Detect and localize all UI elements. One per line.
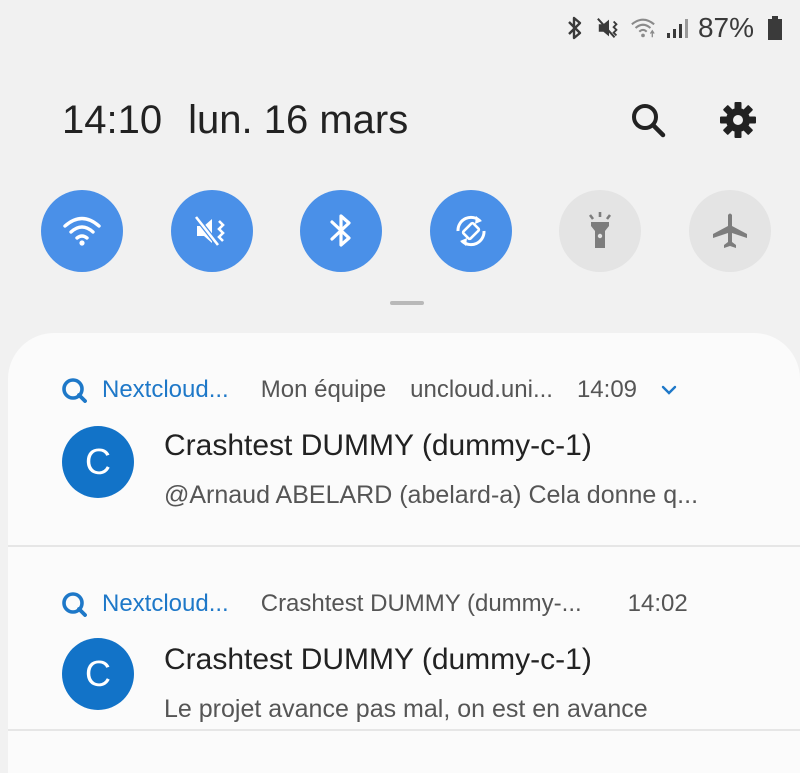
avatar: C bbox=[62, 426, 134, 498]
bluetooth-icon bbox=[330, 214, 351, 247]
status-bar: 87% bbox=[562, 8, 788, 48]
avatar: C bbox=[62, 638, 134, 710]
airplane-icon bbox=[712, 213, 747, 248]
airplane-mode-toggle[interactable] bbox=[688, 190, 771, 272]
search-button[interactable] bbox=[624, 96, 672, 144]
search-icon bbox=[632, 104, 666, 138]
panel-header: 14:10 lun. 16 mars bbox=[62, 88, 762, 152]
notification-time: 14:02 bbox=[627, 590, 688, 617]
vibrate-icon bbox=[193, 215, 225, 247]
flashlight-icon bbox=[589, 212, 612, 248]
rotate-icon bbox=[456, 215, 486, 247]
wifi-icon bbox=[630, 15, 656, 41]
datetime: 14:10 lun. 16 mars bbox=[62, 98, 582, 143]
settings-button[interactable] bbox=[714, 96, 762, 144]
clock-time: 14:10 bbox=[62, 97, 163, 142]
notification-panel: Nextcloud... Mon équipe uncloud.uni... 1… bbox=[8, 333, 800, 773]
divider bbox=[8, 729, 800, 731]
notification-subtext: Crashtest DUMMY (dummy-... bbox=[260, 590, 582, 617]
notification-time: 14:09 bbox=[576, 376, 638, 403]
wifi-toggle[interactable] bbox=[41, 190, 123, 272]
notification-title: Crashtest DUMMY (dummy-c-1) bbox=[164, 429, 592, 462]
app-name: Nextcloud... bbox=[102, 376, 229, 403]
notification-header: Nextcloud... Crashtest DUMMY (dummy-... … bbox=[60, 587, 688, 621]
nextcloud-icon bbox=[60, 376, 88, 404]
notification-body: @Arnaud ABELARD (abelard-a) Cela donne q… bbox=[164, 481, 699, 509]
date-label: lun. 16 mars bbox=[188, 97, 409, 142]
notification-subtext: Mon équipe bbox=[260, 376, 387, 403]
notification-item[interactable]: Nextcloud... Mon équipe uncloud.uni... 1… bbox=[8, 333, 800, 545]
nextcloud-icon bbox=[60, 590, 88, 618]
auto-rotate-toggle[interactable] bbox=[429, 190, 512, 272]
chevron-down-icon bbox=[661, 385, 677, 395]
battery-icon bbox=[762, 15, 788, 41]
notification-server: uncloud.uni... bbox=[410, 376, 553, 403]
notification-title: Crashtest DUMMY (dummy-c-1) bbox=[164, 643, 592, 676]
signal-icon bbox=[664, 15, 690, 41]
notification-header: Nextcloud... Mon équipe uncloud.uni... 1… bbox=[60, 373, 679, 407]
bluetooth-icon bbox=[562, 15, 588, 41]
battery-percent: 87% bbox=[697, 12, 754, 43]
app-name: Nextcloud... bbox=[102, 590, 229, 617]
wifi-icon bbox=[63, 216, 101, 246]
vibrate-toggle[interactable] bbox=[170, 190, 253, 272]
expand-button[interactable] bbox=[659, 380, 679, 400]
bluetooth-toggle[interactable] bbox=[300, 190, 383, 272]
notification-item[interactable]: Nextcloud... Crashtest DUMMY (dummy-... … bbox=[8, 547, 800, 737]
flashlight-toggle[interactable] bbox=[559, 190, 642, 272]
drag-handle[interactable] bbox=[390, 301, 424, 305]
vibrate-icon bbox=[596, 15, 622, 41]
gear-icon bbox=[720, 102, 756, 138]
quick-settings bbox=[41, 190, 771, 272]
notification-body: Le projet avance pas mal, on est en avan… bbox=[164, 695, 648, 723]
